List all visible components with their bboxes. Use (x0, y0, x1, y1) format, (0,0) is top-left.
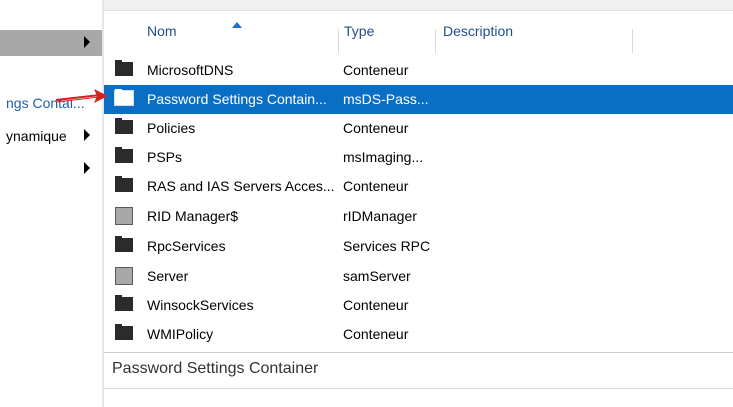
object-icon (115, 207, 133, 225)
list-item[interactable]: Server samServer (104, 262, 733, 291)
column-header-description[interactable]: Description (443, 23, 513, 39)
list-item[interactable]: Policies Conteneur (104, 114, 733, 143)
folder-icon (114, 89, 134, 106)
navigation-tree: ngs Contai... ynamique (0, 0, 103, 407)
folder-icon (115, 295, 133, 311)
list-item[interactable]: WinsockServices Conteneur (104, 291, 733, 320)
list-item[interactable]: WMIPolicy Conteneur (104, 320, 733, 349)
details-divider (104, 352, 733, 353)
details-pane-border (104, 388, 733, 389)
folder-icon (115, 236, 133, 252)
folder-icon (115, 147, 133, 163)
annotation-arrow-icon (55, 89, 108, 103)
list-item[interactable]: RID Manager$ rIDManager (104, 202, 733, 231)
column-header-type[interactable]: Type (344, 23, 374, 39)
column-header-row: Nom Type Description (104, 11, 733, 53)
item-name: MicrosoftDNS (147, 62, 234, 78)
item-type: msDS-Pass... (343, 91, 429, 107)
expand-arrow-icon[interactable] (84, 162, 90, 174)
folder-icon (115, 60, 133, 76)
folder-icon (115, 324, 133, 340)
column-header-name[interactable]: Nom (147, 23, 177, 39)
list-item[interactable]: MicrosoftDNS Conteneur (104, 56, 733, 85)
item-name: Password Settings Contain... (147, 91, 327, 107)
column-divider[interactable] (435, 29, 436, 53)
item-type: Services RPC (343, 238, 431, 254)
item-type: rIDManager (343, 208, 417, 224)
list-item-selected[interactable]: Password Settings Contain... msDS-Pass..… (104, 85, 733, 114)
item-name: WMIPolicy (147, 326, 214, 342)
expand-arrow-icon[interactable] (84, 129, 90, 141)
item-name: Policies (147, 120, 196, 136)
item-name: RID Manager$ (147, 208, 239, 224)
tree-item-dynamique[interactable]: ynamique (0, 123, 103, 149)
item-name: Server (147, 268, 189, 284)
item-name: WinsockServices (147, 297, 254, 313)
toolbar-strip (104, 0, 733, 11)
column-divider[interactable] (632, 29, 633, 53)
tree-item-collapsed[interactable] (0, 156, 103, 182)
folder-icon (115, 176, 133, 192)
folder-icon (115, 118, 133, 134)
item-name: RpcServices (147, 238, 226, 254)
list-view: Nom Type Description MicrosoftDNS Conten… (104, 0, 733, 407)
object-icon (115, 267, 133, 285)
item-type: Conteneur (343, 62, 409, 78)
details-pane-title: Password Settings Container (112, 360, 319, 377)
list-item[interactable]: RAS and IAS Servers Acces... Conteneur (104, 172, 733, 201)
item-name: RAS and IAS Servers Acces... (147, 178, 335, 194)
item-type: Conteneur (343, 326, 409, 342)
item-type: Conteneur (343, 178, 409, 194)
column-divider[interactable] (338, 29, 339, 53)
item-type: msImaging... (343, 149, 424, 165)
item-name: PSPs (147, 149, 183, 165)
list-item[interactable]: PSPs msImaging... (104, 143, 733, 172)
tree-item-label: ynamique (6, 128, 67, 144)
list-item[interactable]: RpcServices Services RPC (104, 232, 733, 261)
item-type: Conteneur (343, 120, 409, 136)
item-type: samServer (343, 268, 411, 284)
item-type: Conteneur (343, 297, 409, 313)
tree-item-selected[interactable] (0, 30, 103, 56)
sort-ascending-icon (232, 22, 242, 28)
expand-arrow-icon[interactable] (84, 36, 90, 48)
